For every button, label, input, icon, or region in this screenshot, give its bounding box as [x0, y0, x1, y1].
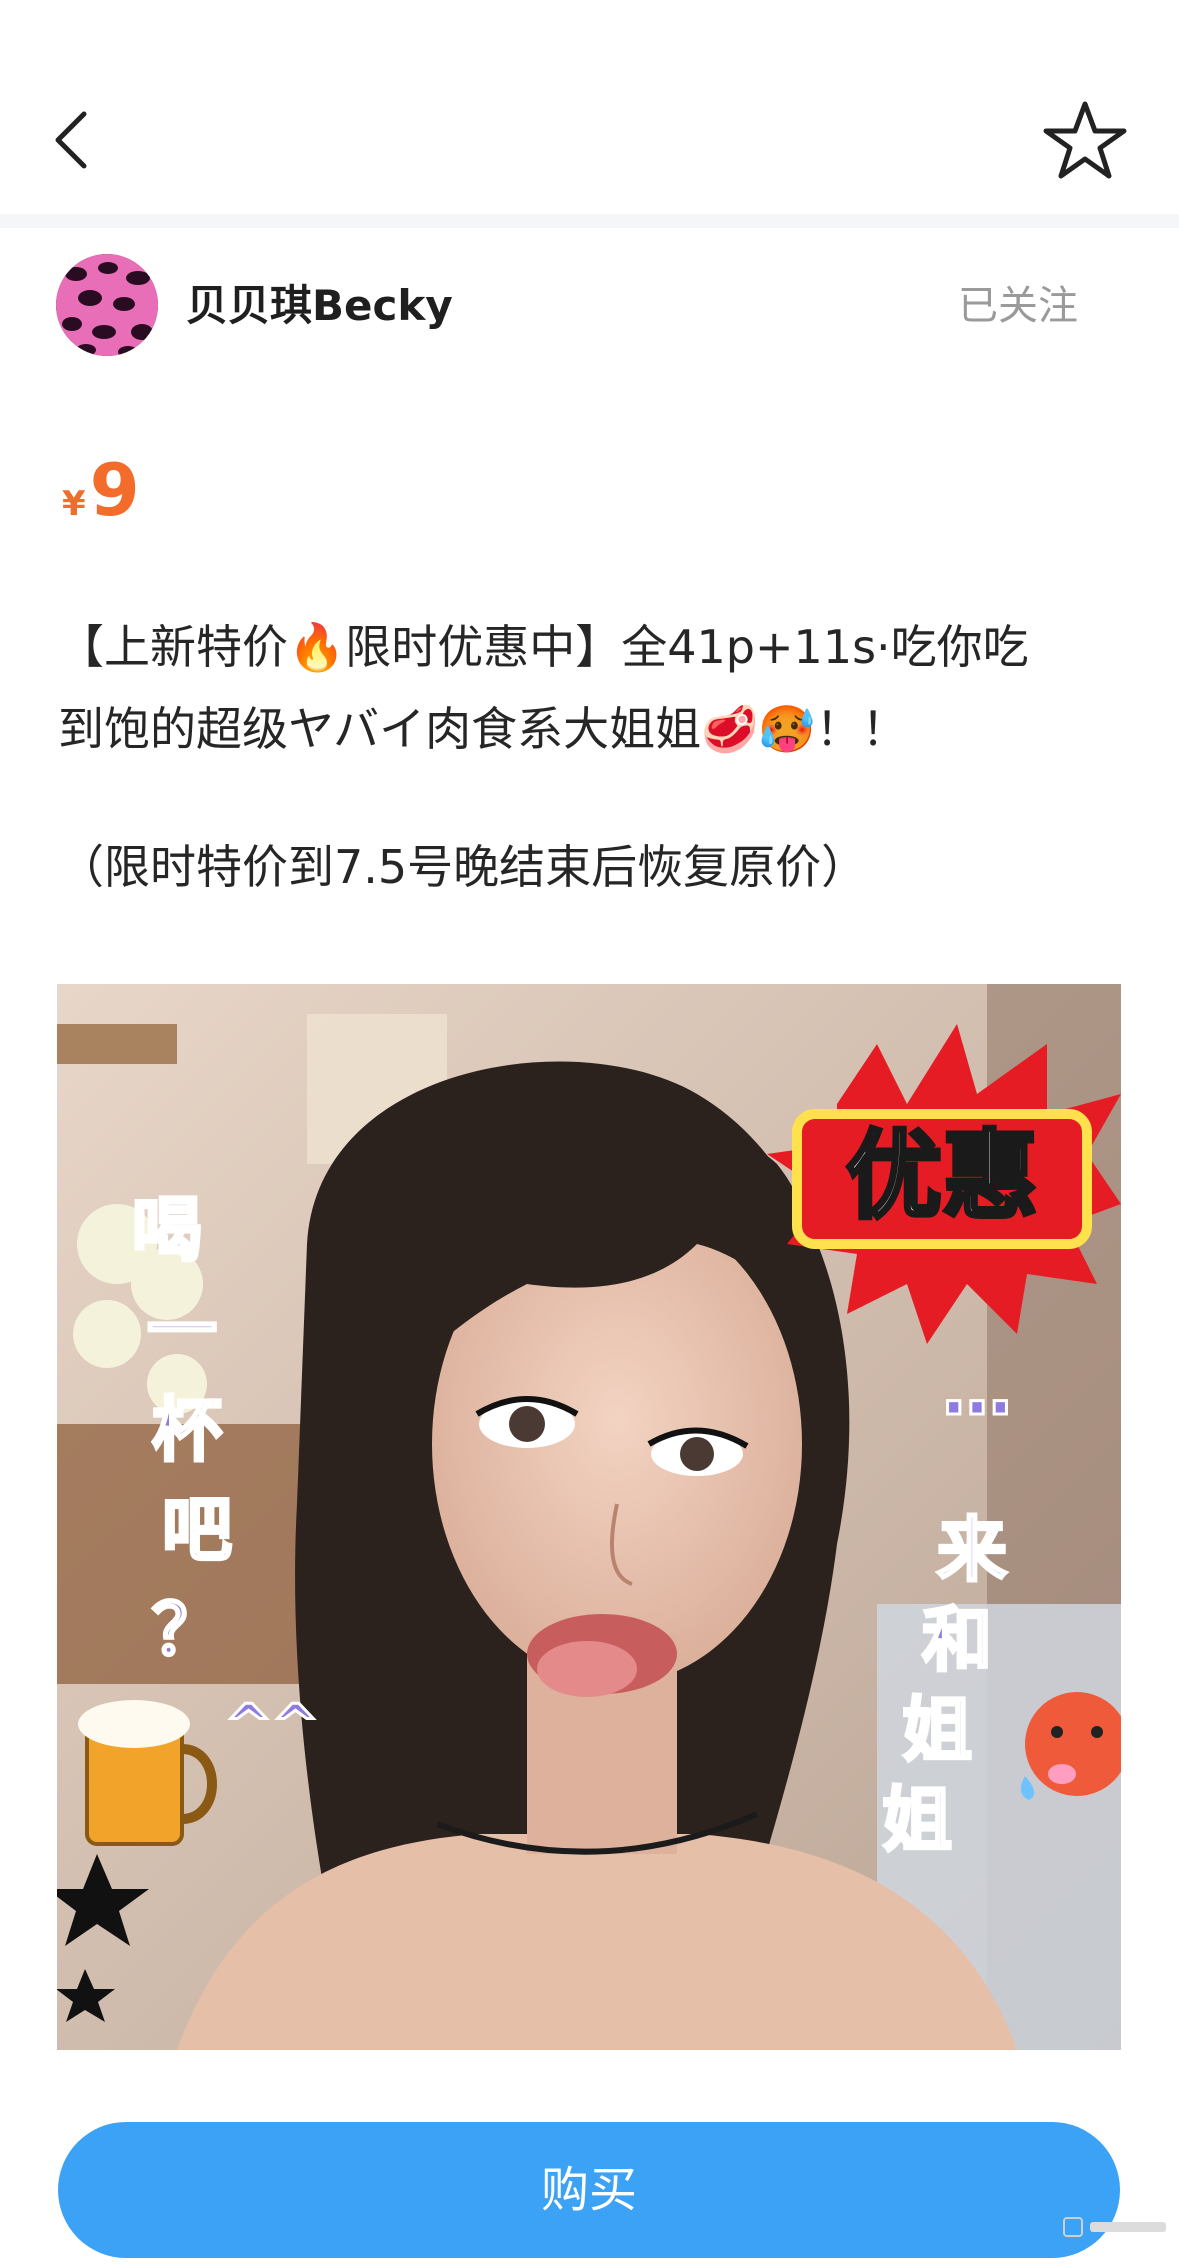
back-button[interactable] — [48, 100, 108, 180]
right-caption-4: 姐 — [902, 1689, 972, 1771]
right-caption-3: 和 — [922, 1599, 992, 1681]
left-caption-6: ^^ — [225, 1693, 319, 1758]
buy-button[interactable]: 购买 — [58, 2122, 1120, 2258]
follow-status-button[interactable]: 已关注 — [958, 280, 1078, 332]
author-row: 贝贝琪Becky 已关注 — [0, 228, 1179, 388]
description-line-1: 【上新特价🔥限时优惠中】全41p+11s·吃你吃 — [58, 620, 1029, 674]
chevron-left-icon — [55, 111, 87, 169]
left-caption-1: 喝 — [132, 1189, 202, 1271]
top-navigation-bar — [0, 0, 1179, 214]
right-caption-5: 姐 — [882, 1779, 952, 1861]
description-line-2: 到饱的超级ヤバイ肉食系大姐姐🥩🥵！！ — [58, 702, 908, 756]
right-caption-1: … — [942, 1349, 1012, 1431]
price: ¥9 — [62, 448, 140, 532]
left-caption-2: 一 — [147, 1289, 217, 1371]
price-amount: 9 — [89, 448, 140, 532]
left-caption-3: 杯 — [152, 1389, 222, 1471]
avatar[interactable] — [56, 254, 158, 356]
product-image[interactable]: 优惠 喝 一 杯 吧 ？ ^^ … 来 和 姐 姐 — [57, 984, 1121, 2050]
favorite-button[interactable] — [1040, 96, 1130, 186]
product-description: 【上新特价🔥限时优惠中】全41p+11s·吃你吃 到饱的超级ヤバイ肉食系大姐姐🥩… — [58, 606, 1118, 908]
section-divider — [0, 214, 1179, 228]
author-name[interactable]: 贝贝琪Becky — [186, 280, 453, 332]
watermark-icon — [1063, 2217, 1166, 2237]
right-caption-2: 来 — [937, 1509, 1007, 1591]
star-outline-icon — [1043, 101, 1127, 179]
badge-text: 优惠 — [846, 1120, 1038, 1232]
left-caption-5: ？ — [152, 1589, 222, 1671]
currency-symbol: ¥ — [62, 484, 86, 524]
left-caption-4: 吧 — [162, 1489, 232, 1571]
description-note: （限时特价到7.5号晚结束后恢复原价） — [58, 840, 868, 894]
